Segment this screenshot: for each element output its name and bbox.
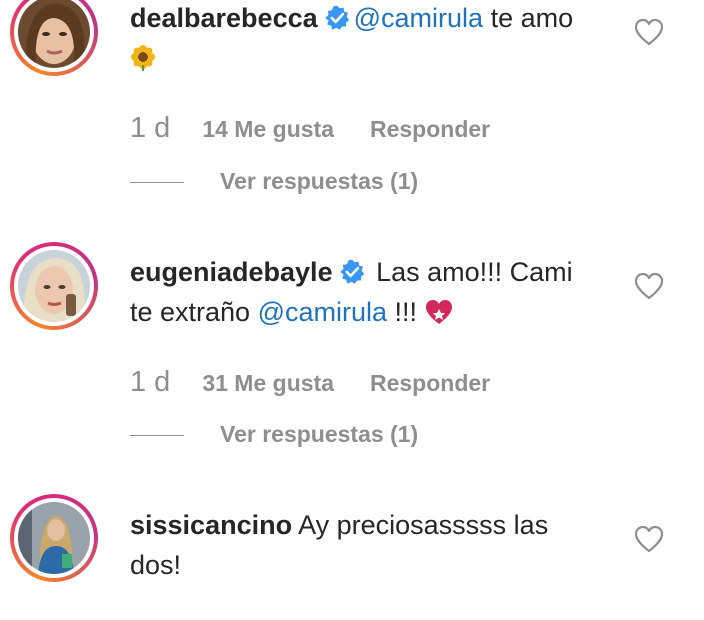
avatar[interactable]: [10, 242, 98, 330]
verified-badge-icon: [339, 259, 364, 284]
divider-line: [130, 182, 184, 184]
mention-link[interactable]: @camirula: [354, 3, 483, 33]
comment-meta: 1 d 14 Me gusta Responder: [130, 112, 490, 145]
reply-button[interactable]: Responder: [370, 370, 490, 396]
avatar-photo: [18, 502, 90, 574]
like-heart-icon[interactable]: [634, 272, 664, 300]
comment-text: sissicancino Ay preciosasssss las dos!: [130, 505, 590, 585]
heart-decoration-icon: [425, 296, 453, 336]
avatar-photo: [18, 0, 90, 68]
view-replies-label[interactable]: Ver respuestas (1): [220, 421, 418, 447]
comment-age: 1 d: [130, 112, 171, 144]
reply-button[interactable]: Responder: [370, 116, 490, 142]
comment-text: dealbarebecca @camirula te amo: [130, 0, 590, 82]
comment-text: eugeniadebayle Las amo!!! Cami te extrañ…: [130, 252, 590, 336]
like-heart-icon[interactable]: [634, 525, 664, 553]
view-replies-label[interactable]: Ver respuestas (1): [220, 168, 418, 194]
comment-username[interactable]: dealbarebecca: [130, 3, 318, 33]
likes-count[interactable]: 14 Me gusta: [202, 116, 334, 142]
view-replies-toggle[interactable]: Ver respuestas (1): [130, 168, 418, 195]
avatar[interactable]: [10, 494, 98, 582]
comment-age: 1 d: [130, 366, 171, 398]
comment-body: te amo: [483, 3, 574, 33]
comment-meta: 1 d 31 Me gusta Responder: [130, 366, 490, 399]
sunflower-icon: [130, 42, 156, 82]
like-heart-icon[interactable]: [634, 18, 664, 46]
divider-line: [130, 435, 184, 437]
verified-badge-icon: [324, 5, 349, 30]
comment-username[interactable]: sissicancino: [130, 510, 292, 540]
avatar-photo: [18, 250, 90, 322]
comment-body-end: !!!: [387, 297, 425, 327]
likes-count[interactable]: 31 Me gusta: [202, 370, 334, 396]
mention-link[interactable]: @camirula: [258, 297, 387, 327]
avatar[interactable]: [10, 0, 98, 76]
view-replies-toggle[interactable]: Ver respuestas (1): [130, 421, 418, 448]
comment-username[interactable]: eugeniadebayle: [130, 257, 333, 287]
